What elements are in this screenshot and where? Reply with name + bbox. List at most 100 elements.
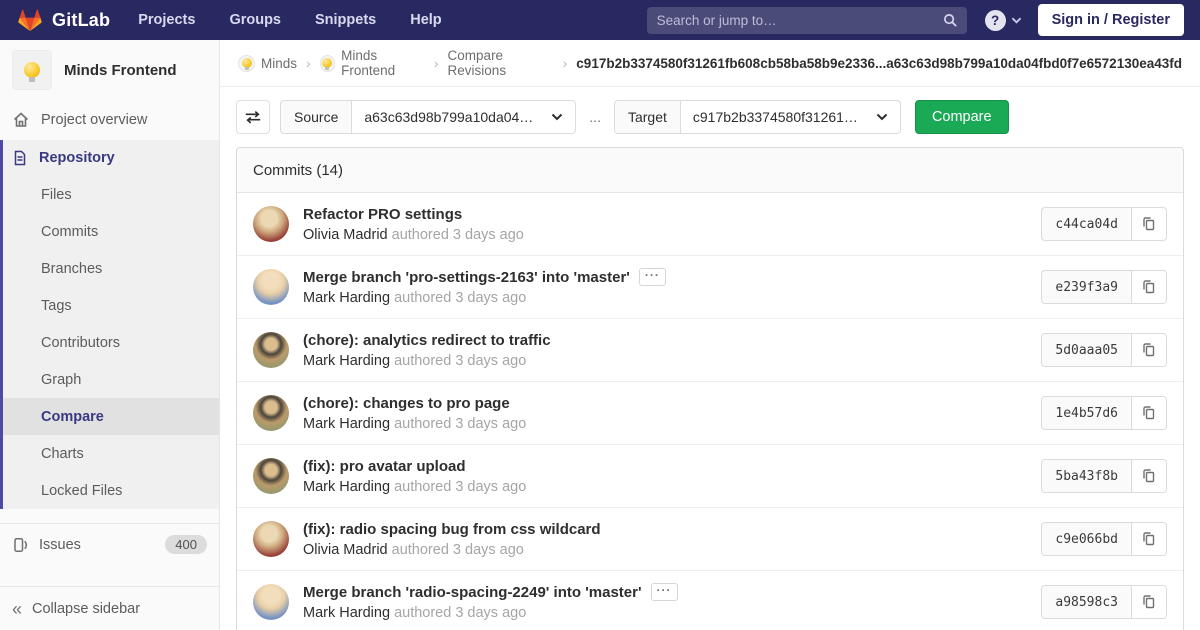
commit-title-link[interactable]: (fix): pro avatar upload <box>303 458 466 475</box>
lightbulb-icon <box>322 58 333 70</box>
sidebar-item-issues[interactable]: Issues 400 <box>0 524 219 565</box>
commit-row: (chore): changes to pro page Mark Hardin… <box>237 382 1183 445</box>
sidebar-item-label: Issues <box>39 536 81 553</box>
commit-title-link[interactable]: (chore): changes to pro page <box>303 395 510 412</box>
commit-row: (chore): analytics redirect to traffic M… <box>237 319 1183 382</box>
commit-author-link[interactable]: Mark Harding <box>303 479 390 495</box>
breadcrumb-compare-link[interactable]: Compare Revisions <box>448 48 554 78</box>
commit-sha-link[interactable]: 1e4b57d6 <box>1041 396 1132 430</box>
sidebar-item-files[interactable]: Files <box>3 176 219 213</box>
commit-sha-link[interactable]: c44ca04d <box>1041 207 1132 241</box>
compare-button[interactable]: Compare <box>914 100 1009 134</box>
commit-main: (chore): analytics redirect to traffic M… <box>303 332 1029 369</box>
search-icon[interactable] <box>943 13 958 28</box>
commit-sha-group: a98598c3 <box>1041 585 1167 619</box>
group-avatar <box>238 54 255 72</box>
commit-main: (chore): changes to pro page Mark Hardin… <box>303 395 1029 432</box>
sidebar-item-branches[interactable]: Branches <box>3 250 219 287</box>
help-icon: ? <box>984 9 1006 31</box>
commit-author-avatar[interactable] <box>253 458 289 494</box>
sign-in-register-button[interactable]: Sign in / Register <box>1037 4 1184 36</box>
issues-block: Issues 400 <box>0 523 219 565</box>
sidebar-item-project-overview[interactable]: Project overview <box>0 100 219 140</box>
commit-author-link[interactable]: Olivia Madrid <box>303 227 388 243</box>
nav-item-snippets[interactable]: Snippets <box>315 12 376 28</box>
issues-icon <box>12 537 28 553</box>
nav-item-projects[interactable]: Projects <box>138 12 195 28</box>
sidebar-item-tags[interactable]: Tags <box>3 287 219 324</box>
commit-sha-link[interactable]: e239f3a9 <box>1041 270 1132 304</box>
top-navbar: GitLab Projects Groups Snippets Help ? S… <box>0 0 1200 40</box>
collapse-label: Collapse sidebar <box>32 600 141 617</box>
breadcrumb-current-sha-range: c917b2b3374580f31261fb608cb58ba58b9e2336… <box>576 55 1182 71</box>
toggle-commit-description-button[interactable]: ··· <box>650 583 678 601</box>
navbar-menu: Projects Groups Snippets Help <box>138 12 441 28</box>
commit-title-link[interactable]: (chore): analytics redirect to traffic <box>303 332 551 349</box>
brand-name: GitLab <box>52 9 111 30</box>
commit-title-link[interactable]: Refactor PRO settings <box>303 206 462 223</box>
commit-row: (fix): radio spacing bug from css wildca… <box>237 508 1183 571</box>
copy-sha-button[interactable] <box>1132 585 1167 619</box>
swap-revisions-button[interactable] <box>236 100 270 134</box>
sidebar-item-label: Repository <box>39 150 115 166</box>
project-header-link[interactable]: Minds Frontend <box>0 40 219 100</box>
copy-icon <box>1143 217 1155 231</box>
target-ref-dropdown[interactable]: c917b2b3374580f31261… <box>680 100 901 134</box>
search-input[interactable] <box>646 6 967 34</box>
commit-author-avatar[interactable] <box>253 521 289 557</box>
collapse-sidebar-button[interactable]: « Collapse sidebar <box>0 586 219 630</box>
sidebar-item-compare[interactable]: Compare <box>3 398 219 435</box>
project-sidebar: Minds Frontend Project overview Reposito… <box>0 40 220 630</box>
commit-author-avatar[interactable] <box>253 395 289 431</box>
gitlab-home-link[interactable]: GitLab <box>16 6 110 34</box>
commit-author-link[interactable]: Mark Harding <box>303 605 390 621</box>
commit-sha-link[interactable]: 5ba43f8b <box>1041 459 1132 493</box>
breadcrumb-project-link[interactable]: Minds Frontend <box>319 48 425 78</box>
commit-author-link[interactable]: Mark Harding <box>303 416 390 432</box>
copy-sha-button[interactable] <box>1132 333 1167 367</box>
commit-author-avatar[interactable] <box>253 332 289 368</box>
commit-author-link[interactable]: Mark Harding <box>303 290 390 306</box>
breadcrumb: Minds › Minds Frontend › Compare Revisio… <box>220 40 1200 87</box>
chevron-down-icon <box>552 113 563 121</box>
chevron-down-icon <box>1011 16 1022 24</box>
help-dropdown[interactable]: ? <box>984 9 1022 31</box>
sidebar-item-commits[interactable]: Commits <box>3 213 219 250</box>
breadcrumb-separator: › <box>433 55 439 71</box>
commit-author-link[interactable]: Olivia Madrid <box>303 542 388 558</box>
commit-main: Merge branch 'pro-settings-2163' into 'm… <box>303 268 1029 306</box>
commit-sha-group: c44ca04d <box>1041 207 1167 241</box>
sidebar-item-repository[interactable]: Repository <box>3 140 219 176</box>
commit-author-avatar[interactable] <box>253 584 289 620</box>
sidebar-item-graph[interactable]: Graph <box>3 361 219 398</box>
copy-sha-button[interactable] <box>1132 522 1167 556</box>
commit-sha-link[interactable]: a98598c3 <box>1041 585 1132 619</box>
copy-icon <box>1143 406 1155 420</box>
nav-item-help[interactable]: Help <box>410 12 441 28</box>
copy-icon <box>1143 280 1155 294</box>
commit-title-link[interactable]: Merge branch 'pro-settings-2163' into 'm… <box>303 269 630 286</box>
commit-author-avatar[interactable] <box>253 269 289 305</box>
breadcrumb-group-link[interactable]: Minds <box>238 54 297 72</box>
copy-sha-button[interactable] <box>1132 207 1167 241</box>
project-avatar <box>12 50 52 90</box>
commit-sha-link[interactable]: c9e066bd <box>1041 522 1132 556</box>
sidebar-item-contributors[interactable]: Contributors <box>3 324 219 361</box>
copy-sha-button[interactable] <box>1132 459 1167 493</box>
commit-authored-text: authored 3 days ago <box>391 226 524 243</box>
source-label: Source <box>280 100 353 134</box>
commit-sha-link[interactable]: 5d0aaa05 <box>1041 333 1132 367</box>
source-ref-dropdown[interactable]: a63c63d98b799a10da04… <box>352 100 577 134</box>
compare-form: Source a63c63d98b799a10da04… ... Target … <box>236 100 1184 134</box>
sidebar-item-charts[interactable]: Charts <box>3 435 219 472</box>
commit-sha-group: 5d0aaa05 <box>1041 333 1167 367</box>
commit-author-link[interactable]: Mark Harding <box>303 353 390 369</box>
commit-author-avatar[interactable] <box>253 206 289 242</box>
sidebar-item-locked-files[interactable]: Locked Files <box>3 472 219 509</box>
copy-sha-button[interactable] <box>1132 396 1167 430</box>
toggle-commit-description-button[interactable]: ··· <box>638 268 666 286</box>
nav-item-groups[interactable]: Groups <box>229 12 281 28</box>
copy-sha-button[interactable] <box>1132 270 1167 304</box>
commit-title-link[interactable]: Merge branch 'radio-spacing-2249' into '… <box>303 584 642 601</box>
commit-title-link[interactable]: (fix): radio spacing bug from css wildca… <box>303 521 601 538</box>
